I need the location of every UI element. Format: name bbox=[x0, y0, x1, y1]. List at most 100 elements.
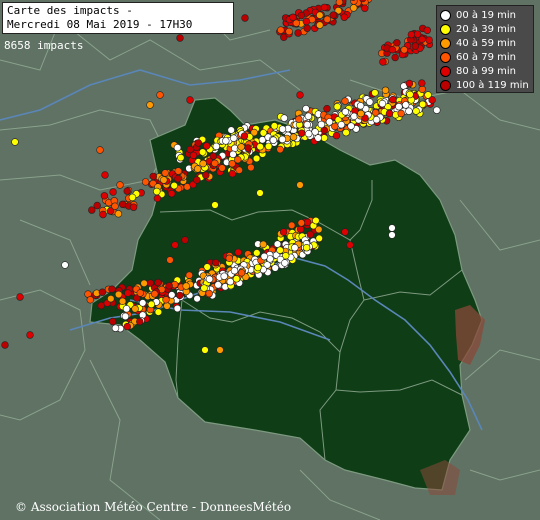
strike-dot bbox=[395, 102, 403, 111]
strike-dot bbox=[333, 102, 341, 111]
strike-dot bbox=[118, 297, 127, 305]
legend-dot-icon bbox=[440, 79, 451, 91]
strike-dot bbox=[259, 240, 267, 249]
strike-dot bbox=[297, 219, 305, 227]
legend-dot-icon bbox=[440, 51, 451, 63]
strike-dot bbox=[176, 291, 184, 300]
strike-dot bbox=[276, 145, 284, 154]
strike-dot bbox=[270, 122, 279, 130]
strike-dot bbox=[332, 131, 341, 140]
strike-dot bbox=[288, 221, 296, 230]
strike-dot bbox=[346, 241, 354, 249]
strike-dot bbox=[256, 143, 264, 151]
strike-dot bbox=[277, 26, 285, 34]
strike-dot bbox=[128, 193, 137, 202]
legend-item: 40 à 59 min bbox=[440, 36, 530, 50]
strike-dot bbox=[241, 14, 249, 22]
strike-dot bbox=[166, 256, 174, 264]
strike-dot bbox=[278, 135, 287, 144]
strike-dot bbox=[194, 165, 202, 173]
strike-dot bbox=[111, 324, 120, 332]
strike-dot bbox=[385, 109, 394, 118]
strike-dot bbox=[211, 201, 219, 209]
strike-dot bbox=[388, 231, 396, 239]
strike-dot bbox=[139, 299, 147, 307]
strike-dot bbox=[100, 192, 109, 200]
strike-dot bbox=[140, 279, 148, 287]
strike-dot bbox=[97, 301, 105, 310]
strike-dot bbox=[141, 178, 150, 186]
strike-dot bbox=[347, 122, 355, 130]
strike-dot bbox=[199, 159, 207, 168]
legend-item: 00 à 19 min bbox=[440, 8, 530, 22]
strike-dot bbox=[244, 144, 252, 152]
strike-dot bbox=[205, 275, 214, 283]
strike-dot bbox=[205, 289, 213, 298]
strike-dot bbox=[341, 97, 349, 105]
legend-label: 40 à 59 min bbox=[456, 37, 516, 49]
strike-dot bbox=[124, 289, 132, 297]
legend-item: 100 à 119 min bbox=[440, 78, 530, 92]
strike-dot bbox=[418, 79, 426, 87]
strike-dot bbox=[107, 295, 115, 303]
map-title: Carte des impacts - bbox=[7, 4, 133, 17]
strike-dot bbox=[176, 34, 184, 42]
strike-dot bbox=[323, 15, 331, 23]
strike-dot bbox=[96, 146, 104, 154]
legend-item: 80 à 99 min bbox=[440, 64, 530, 78]
strike-dot bbox=[237, 143, 245, 151]
strike-dot bbox=[305, 130, 313, 138]
strike-dot bbox=[173, 304, 182, 313]
strike-dot bbox=[271, 264, 279, 272]
strike-dot bbox=[11, 138, 19, 146]
legend-label: 80 à 99 min bbox=[456, 65, 516, 77]
strike-dot bbox=[193, 176, 201, 184]
strike-dot bbox=[225, 254, 234, 262]
strike-dot bbox=[121, 312, 130, 321]
strike-dot bbox=[146, 101, 154, 109]
strike-dot bbox=[296, 91, 304, 99]
strike-dot bbox=[131, 305, 139, 313]
legend-item: 60 à 79 min bbox=[440, 50, 530, 64]
strike-dot bbox=[171, 241, 179, 249]
strike-dot bbox=[177, 154, 185, 162]
legend-dot-icon bbox=[440, 65, 451, 77]
legend-label: 60 à 79 min bbox=[456, 51, 516, 63]
strike-dot bbox=[252, 154, 261, 163]
strike-dot bbox=[149, 172, 158, 181]
strike-dot bbox=[264, 142, 273, 151]
strike-dot bbox=[237, 269, 246, 277]
strike-dot bbox=[153, 194, 162, 203]
strike-dot bbox=[168, 291, 176, 299]
strike-dot bbox=[407, 30, 416, 39]
strike-dot bbox=[202, 171, 210, 179]
strike-dot bbox=[174, 175, 182, 183]
strike-dot bbox=[278, 125, 287, 133]
strike-dot bbox=[402, 101, 410, 109]
strike-dot bbox=[156, 91, 164, 99]
legend-dot-icon bbox=[440, 9, 451, 21]
strike-dot bbox=[279, 228, 288, 236]
strike-dot bbox=[295, 115, 303, 123]
strike-dot bbox=[147, 300, 156, 309]
strike-dot bbox=[289, 13, 297, 21]
strike-dot bbox=[234, 248, 242, 257]
strike-dot bbox=[260, 252, 268, 261]
strike-dot bbox=[235, 166, 243, 174]
strike-dot bbox=[116, 181, 124, 189]
strike-dot bbox=[397, 109, 405, 118]
strike-dot bbox=[168, 189, 176, 198]
strike-dot bbox=[371, 89, 379, 97]
strike-dot bbox=[108, 285, 116, 293]
strike-dot bbox=[88, 206, 96, 214]
strike-dot bbox=[320, 134, 328, 142]
strike-dot bbox=[303, 24, 311, 32]
strike-dot bbox=[114, 290, 123, 299]
strike-dot bbox=[366, 98, 374, 106]
strike-dot bbox=[341, 108, 350, 116]
strike-dot bbox=[297, 11, 306, 20]
strike-dot bbox=[315, 225, 323, 234]
legend-label: 20 à 39 min bbox=[456, 23, 516, 35]
strike-dot bbox=[379, 58, 387, 66]
strike-dot bbox=[423, 26, 431, 34]
